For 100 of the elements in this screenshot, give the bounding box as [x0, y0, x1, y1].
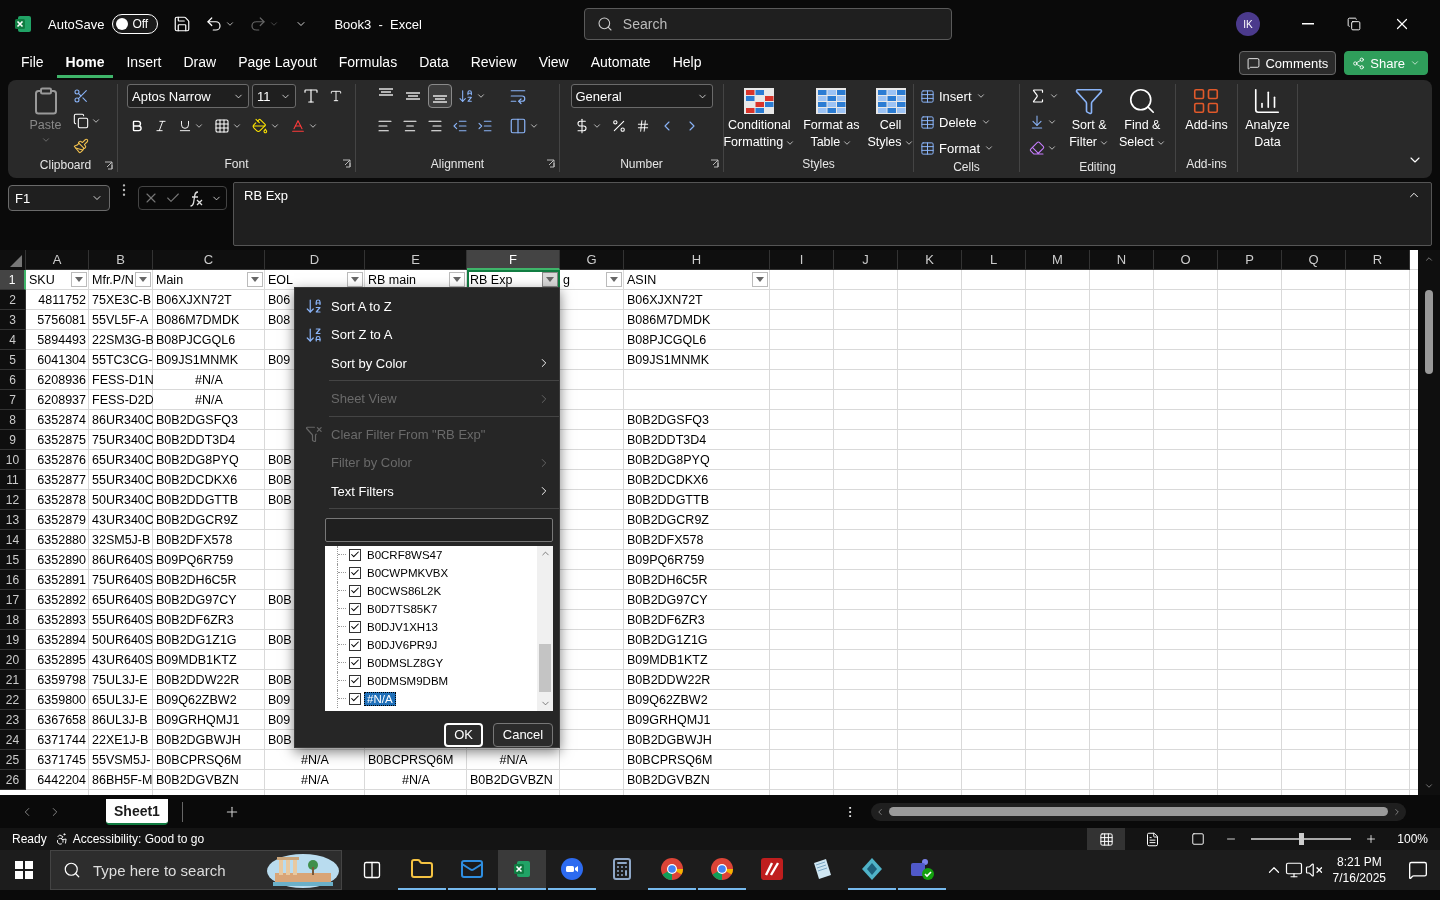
menu-item[interactable]: Sort A to Z	[295, 292, 559, 321]
value-item[interactable]: B0CWS86L2K	[364, 583, 445, 598]
row-header[interactable]: 9	[0, 430, 26, 450]
name-box[interactable]: F1	[8, 185, 110, 211]
row-header[interactable]: 15	[0, 550, 26, 570]
column-header[interactable]: D	[265, 250, 365, 270]
column-header[interactable]: R	[1346, 250, 1410, 270]
row-header[interactable]: 26	[0, 770, 26, 790]
column-header[interactable]: O	[1154, 250, 1218, 270]
header-cell: RB Exp	[467, 270, 560, 290]
value-item[interactable]: B0DJV6PR9J	[364, 637, 441, 652]
column-header[interactable]: J	[834, 250, 898, 270]
menu-tab[interactable]: Automate	[581, 48, 660, 78]
font-size-dropdown[interactable]: 11	[252, 84, 296, 108]
taskbar-search-field[interactable]: Type here to search	[50, 850, 342, 890]
row-header[interactable]: 10	[0, 450, 26, 470]
column-header[interactable]: C	[153, 250, 265, 270]
menu-tab[interactable]: Page Layout	[229, 48, 326, 78]
row-header[interactable]: 3	[0, 310, 26, 330]
row-header[interactable]: 4	[0, 330, 26, 350]
value-item[interactable]: B0DJV1XH13	[364, 619, 441, 634]
row-header[interactable]: 13	[0, 510, 26, 530]
menu-tab[interactable]: File	[12, 48, 53, 78]
font-name-dropdown[interactable]: Aptos Narrow	[127, 84, 249, 108]
column-header[interactable]: N	[1090, 250, 1154, 270]
ok-button[interactable]: OK	[444, 723, 483, 747]
search-field[interactable]: Search	[583, 8, 952, 40]
editing-button[interactable]: Sort & Filter	[1066, 84, 1112, 152]
column-header[interactable]: L	[962, 250, 1026, 270]
analyze-data-button[interactable]: Analyze Data	[1242, 84, 1293, 152]
column-header[interactable]: M	[1026, 250, 1090, 270]
row-header[interactable]: 14	[0, 530, 26, 550]
row-header[interactable]: 2	[0, 290, 26, 310]
row-header[interactable]: 1	[0, 270, 26, 290]
table-cell: B0B2DH6C5R	[627, 573, 708, 587]
menu-tab[interactable]: Formulas	[329, 48, 407, 78]
styles-button[interactable]: Conditional Formatting	[720, 84, 799, 152]
row-header[interactable]: 22	[0, 690, 26, 710]
row-header[interactable]: 6	[0, 370, 26, 390]
table-cell: B0B2DDW22R	[627, 673, 711, 687]
menu-item[interactable]: Sort by Color	[295, 348, 559, 378]
row-header[interactable]: 18	[0, 610, 26, 630]
table-cell: 6371744	[37, 733, 86, 747]
cancel-button[interactable]: Cancel	[493, 723, 553, 747]
column-header[interactable]: G	[560, 250, 624, 270]
row-header[interactable]: 16	[0, 570, 26, 590]
table-cell: 6367658	[37, 713, 86, 727]
styles-button[interactable]: Cell Styles	[864, 84, 917, 152]
accessibility-status[interactable]: Accessibility: Good to go	[72, 832, 205, 846]
column-header[interactable]: Q	[1282, 250, 1346, 270]
row-header[interactable]: 25	[0, 750, 26, 770]
row-header[interactable]: 21	[0, 670, 26, 690]
value-item[interactable]: B0CWPMKVBX	[364, 565, 452, 580]
row-header[interactable]: 24	[0, 730, 26, 750]
editing-button[interactable]: Find & Select	[1116, 84, 1169, 152]
column-header[interactable]: B	[89, 250, 153, 270]
menu-item[interactable]: Text Filters	[295, 476, 559, 506]
menu-tab[interactable]: View	[529, 48, 578, 78]
menu-item[interactable]: Sort Z to A	[295, 320, 559, 349]
autosave-toggle[interactable]: Off	[112, 14, 159, 34]
row-header[interactable]: 8	[0, 410, 26, 430]
value-item[interactable]: B0CRF8WS47	[364, 547, 446, 562]
cells-button[interactable]: Format	[918, 136, 997, 160]
row-header[interactable]: 7	[0, 390, 26, 410]
column-header[interactable]: E	[365, 250, 467, 270]
sheet-tab[interactable]: Sheet1	[106, 798, 168, 825]
column-header[interactable]: P	[1218, 250, 1282, 270]
value-item[interactable]: B0DMSLZ8GY	[364, 655, 447, 670]
clock[interactable]: 8:21 PM 7/16/2025	[1332, 854, 1386, 886]
paste-button[interactable]: Paste	[26, 84, 65, 147]
column-header[interactable]: F	[467, 250, 560, 270]
column-header[interactable]: K	[898, 250, 962, 270]
column-header[interactable]: H	[624, 250, 770, 270]
zoom-level[interactable]: 100%	[1397, 832, 1428, 846]
row-header[interactable]: 17	[0, 590, 26, 610]
number-format-dropdown[interactable]: General	[570, 84, 713, 108]
formula-field[interactable]: RB Exp	[233, 182, 1432, 246]
cells-button[interactable]: Delete	[918, 110, 993, 134]
menu-tab[interactable]: Draw	[174, 48, 226, 78]
value-item[interactable]: #N/A	[364, 691, 396, 706]
add-ins-button[interactable]: Add-ins	[1182, 84, 1231, 135]
value-item[interactable]: B0DMSM9DBM	[364, 673, 452, 688]
menu-tab[interactable]: Insert	[117, 48, 171, 78]
column-header[interactable]: A	[26, 250, 89, 270]
cells-button[interactable]: Insert	[918, 84, 988, 108]
column-header[interactable]: I	[770, 250, 834, 270]
menu-tab[interactable]: Help	[663, 48, 711, 78]
table-cell: B0B	[268, 733, 292, 747]
row-header[interactable]: 20	[0, 650, 26, 670]
row-header[interactable]: 12	[0, 490, 26, 510]
row-header[interactable]: 19	[0, 630, 26, 650]
user-avatar[interactable]: IK	[1236, 12, 1260, 36]
row-header[interactable]: 11	[0, 470, 26, 490]
menu-tab[interactable]: Review	[461, 48, 526, 78]
value-item[interactable]: B0D7TS85K7	[364, 601, 441, 616]
menu-tab[interactable]: Data	[410, 48, 458, 78]
comments-button[interactable]: Comments	[1239, 51, 1337, 75]
row-header[interactable]: 5	[0, 350, 26, 370]
row-header[interactable]: 23	[0, 710, 26, 730]
styles-button[interactable]: Format as Table	[800, 84, 863, 152]
